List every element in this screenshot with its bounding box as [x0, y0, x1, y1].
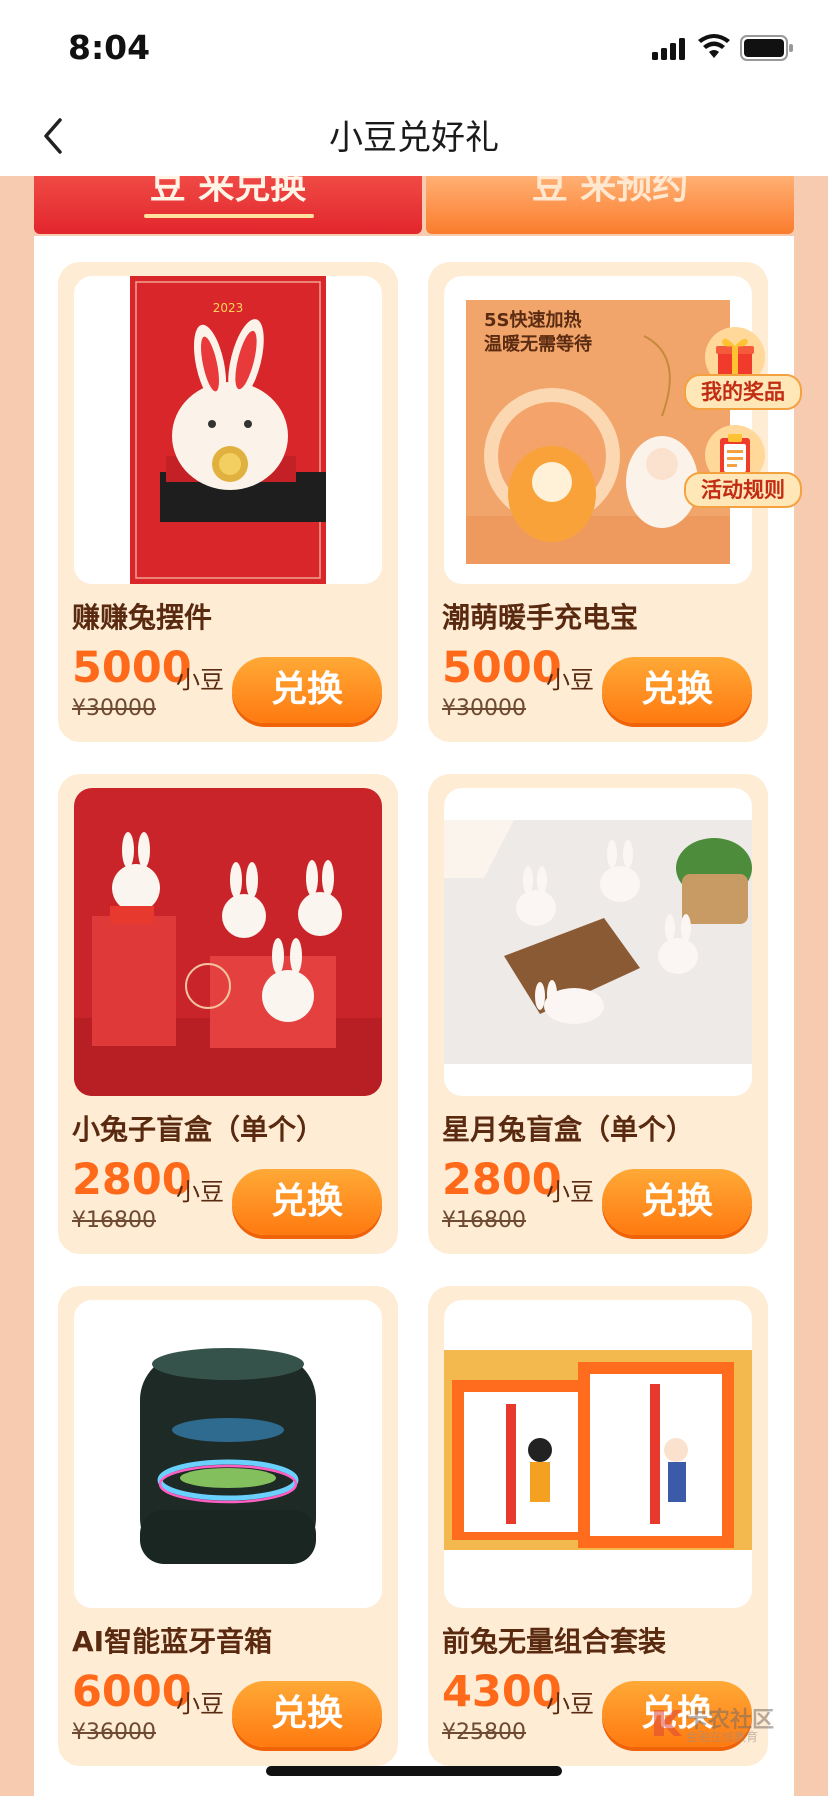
cellular-signal-icon	[652, 38, 685, 60]
rabbit-blind-box-image	[74, 788, 382, 1096]
product-price: 4300	[442, 1667, 562, 1717]
product-grid: 2023 赚赚兔摆件 5000 小豆 ¥30000 兑换 5S快速加热 温暖无需…	[34, 236, 794, 1796]
product-name: 潮萌暖手充电宝	[442, 601, 639, 634]
product-unit: 小豆	[546, 666, 594, 694]
image-line2-text: 温暖无需等待	[484, 333, 592, 355]
product-price: 2800	[72, 1155, 192, 1205]
product-price: 5000	[442, 643, 562, 693]
image-year-text: 2023	[213, 301, 244, 315]
product-image: 2023	[74, 276, 382, 584]
star-moon-rabbit-image	[444, 820, 752, 1064]
product-name: 赚赚兔摆件	[72, 601, 213, 634]
tab-active-underline	[144, 214, 314, 218]
product-original-price: ¥36000	[72, 1720, 156, 1745]
product-card[interactable]: 2023 赚赚兔摆件 5000 小豆 ¥30000 兑换	[58, 262, 398, 742]
product-original-price: ¥16800	[442, 1208, 526, 1233]
product-card[interactable]: AI智能蓝牙音箱 6000 小豆 ¥36000 兑换	[58, 1286, 398, 1766]
product-name: 小兔子盲盒（单个）	[72, 1113, 325, 1146]
product-name: 前兔无量组合套装	[442, 1625, 667, 1658]
watermark-subtitle: 金融在线教育	[686, 1730, 759, 1744]
product-card[interactable]: 星月兔盲盒（单个） 2800 小豆 ¥16800 兑换	[428, 774, 768, 1254]
my-prizes-label: 我的奖品	[684, 374, 802, 410]
community-logo-icon	[654, 1710, 682, 1736]
watermark: 卡农社区 金融在线教育	[650, 1700, 810, 1746]
product-name: AI智能蓝牙音箱	[72, 1625, 273, 1658]
product-price: 5000	[72, 643, 192, 693]
product-unit: 小豆	[546, 1690, 594, 1718]
product-original-price: ¥25800	[442, 1720, 526, 1745]
bluetooth-speaker-image	[74, 1300, 382, 1608]
product-name: 星月兔盲盒（单个）	[442, 1113, 695, 1146]
tab-exchange-label: 豆 来兑换	[149, 176, 307, 207]
product-unit: 小豆	[176, 1690, 224, 1718]
exchange-button[interactable]: 兑换	[602, 657, 752, 723]
exchange-button[interactable]: 兑换	[232, 1169, 382, 1235]
nav-bar: 小豆兑好礼	[0, 96, 828, 176]
tab-exchange[interactable]: 豆 来兑换	[34, 176, 422, 234]
product-card[interactable]: 前兔无量组合套装 4300 小豆 ¥25800 兑换	[428, 1286, 768, 1766]
product-original-price: ¥16800	[72, 1208, 156, 1233]
product-original-price: ¥30000	[72, 696, 156, 721]
product-unit: 小豆	[546, 1178, 594, 1206]
product-unit: 小豆	[176, 1178, 224, 1206]
product-image	[74, 788, 382, 1096]
wifi-icon	[698, 34, 730, 58]
product-price: 6000	[72, 1667, 192, 1717]
rabbit-figurine-image: 2023	[130, 276, 326, 584]
image-line1-text: 5S快速加热	[484, 309, 582, 331]
page-title: 小豆兑好礼	[329, 118, 499, 158]
product-unit: 小豆	[176, 666, 224, 694]
product-original-price: ¥30000	[442, 696, 526, 721]
status-time: 8:04	[68, 28, 151, 67]
tab-reserve-label: 豆 来预约	[531, 176, 689, 207]
home-indicator	[266, 1766, 562, 1776]
status-bar: 8:04	[0, 0, 828, 96]
product-image	[444, 1300, 752, 1608]
gift-set-image	[444, 1350, 752, 1550]
activity-rules-label: 活动规则	[684, 472, 802, 508]
product-card[interactable]: 小兔子盲盒（单个） 2800 小豆 ¥16800 兑换	[58, 774, 398, 1254]
tab-reserve[interactable]: 豆 来预约	[426, 176, 794, 234]
exchange-button[interactable]: 兑换	[232, 1681, 382, 1747]
battery-icon	[740, 35, 793, 61]
tab-bar: 豆 来兑换 豆 来预约	[34, 176, 794, 234]
product-image	[74, 1300, 382, 1608]
product-image	[444, 788, 752, 1096]
exchange-button[interactable]: 兑换	[602, 1169, 752, 1235]
exchange-button[interactable]: 兑换	[232, 657, 382, 723]
product-price: 2800	[442, 1155, 562, 1205]
